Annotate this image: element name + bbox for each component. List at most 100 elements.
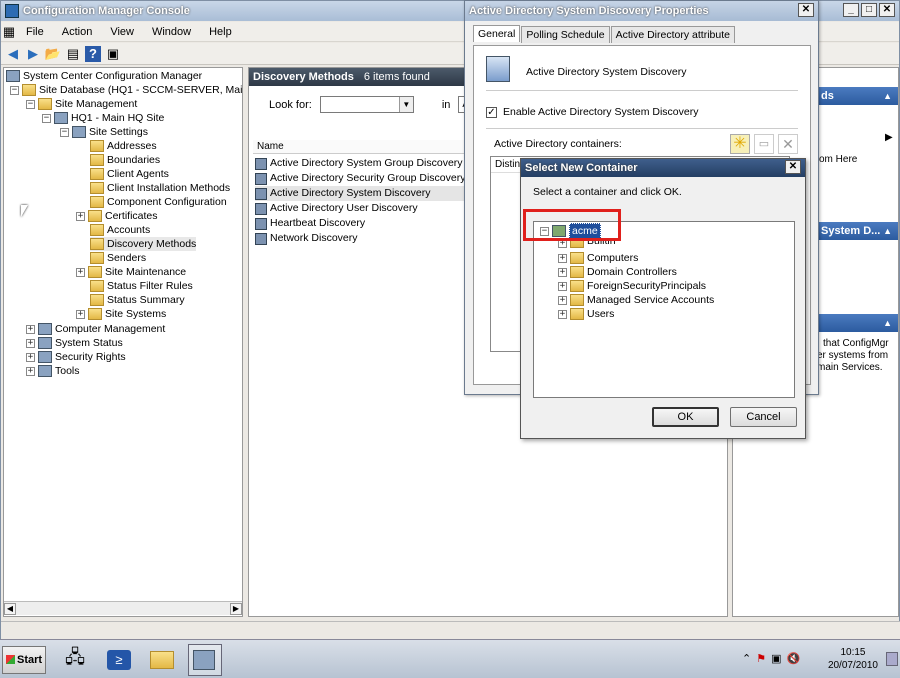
delete-container-icon[interactable]: ✕ bbox=[778, 134, 798, 154]
tree-node-boundaries[interactable]: Boundaries bbox=[90, 153, 160, 167]
tab-ad-attribute[interactable]: Active Directory attribute bbox=[610, 26, 735, 43]
tree-node-certificates[interactable]: + Certificates bbox=[76, 209, 158, 223]
explorer-icon[interactable] bbox=[146, 644, 180, 676]
look-for-combo[interactable]: ▼ bbox=[319, 96, 414, 113]
menu-window[interactable]: Window bbox=[143, 26, 200, 38]
ok-button[interactable]: OK bbox=[652, 407, 719, 427]
tree-node-client-installation-methods[interactable]: Client Installation Methods bbox=[90, 181, 230, 195]
settings-icon bbox=[72, 126, 86, 138]
edit-container-icon[interactable]: ▭ bbox=[754, 134, 774, 154]
collapse-icon[interactable]: − bbox=[60, 127, 69, 137]
scroll-left-icon[interactable]: ◀ bbox=[4, 603, 16, 615]
tree-node-tools[interactable]: + Tools bbox=[26, 364, 80, 378]
expand-icon[interactable]: + bbox=[558, 253, 567, 263]
enable-discovery-row[interactable]: ✓ Enable Active Directory System Discove… bbox=[486, 106, 698, 118]
list-item[interactable]: Active Directory Security Group Discover… bbox=[255, 171, 465, 186]
cancel-button[interactable]: Cancel bbox=[730, 407, 797, 427]
expand-icon[interactable]: + bbox=[76, 211, 85, 221]
action-text[interactable]: om Here bbox=[819, 154, 857, 165]
tree-node-status-filter-rules[interactable]: Status Filter Rules bbox=[90, 279, 193, 293]
menu-help[interactable]: Help bbox=[200, 26, 241, 38]
console-menu-icon[interactable]: ▦ bbox=[1, 24, 17, 40]
tree-node-component-configuration[interactable]: Component Configuration bbox=[90, 195, 227, 209]
show-hide-tree-icon[interactable]: ▤ bbox=[65, 46, 81, 62]
tree-node-hq1[interactable]: − HQ1 - Main HQ Site bbox=[42, 111, 164, 125]
tree-node-foreign-security-principals[interactable]: + ForeignSecurityPrincipals bbox=[558, 279, 706, 293]
tree-node-computer-management[interactable]: + Computer Management bbox=[26, 322, 165, 336]
collapse-icon[interactable]: − bbox=[26, 99, 35, 109]
tree-node-discovery-methods[interactable]: Discovery Methods bbox=[90, 237, 197, 251]
list-item[interactable]: Active Directory System Group Discovery bbox=[255, 156, 463, 171]
properties-titlebar[interactable]: Active Directory System Discovery Proper… bbox=[465, 1, 818, 21]
tree-node-system-status[interactable]: + System Status bbox=[26, 336, 123, 350]
forward-arrow-icon[interactable]: ▶ bbox=[25, 46, 41, 62]
tree-node-status-summary[interactable]: Status Summary bbox=[90, 293, 185, 307]
back-arrow-icon[interactable]: ◀ bbox=[5, 46, 21, 62]
tree-node-domain-controllers[interactable]: + Domain Controllers bbox=[558, 265, 677, 279]
expand-icon[interactable]: + bbox=[26, 366, 35, 376]
show-hidden-icons-icon[interactable]: ⌃ bbox=[742, 652, 751, 665]
tree-node-senders[interactable]: Senders bbox=[90, 251, 146, 265]
volume-icon[interactable]: 🔇 bbox=[787, 652, 801, 665]
properties-icon[interactable]: ▣ bbox=[105, 46, 121, 62]
tab-general[interactable]: General bbox=[473, 25, 521, 42]
server-manager-icon[interactable]: 🖧 bbox=[58, 644, 92, 676]
network-icon[interactable]: ▣ bbox=[771, 652, 781, 665]
collapse-icon[interactable]: − bbox=[10, 85, 19, 95]
new-container-icon[interactable]: ✳ bbox=[730, 134, 750, 154]
list-item[interactable]: Heartbeat Discovery bbox=[255, 216, 365, 231]
scroll-right-icon[interactable]: ▶ bbox=[230, 603, 242, 615]
collapse-chevron-icon[interactable]: ▲ bbox=[883, 314, 892, 332]
action-center-icon[interactable]: ⚑ bbox=[756, 652, 766, 665]
tree-node-site-management[interactable]: − Site Management bbox=[26, 97, 137, 111]
expand-icon[interactable]: + bbox=[558, 267, 567, 277]
powershell-icon[interactable]: ≥ bbox=[102, 644, 136, 676]
minimize-button[interactable]: _ bbox=[843, 3, 859, 17]
expand-icon[interactable]: + bbox=[26, 324, 35, 334]
maximize-button[interactable]: □ bbox=[861, 3, 877, 17]
collapse-icon[interactable]: − bbox=[42, 113, 51, 123]
tab-polling-schedule[interactable]: Polling Schedule bbox=[521, 26, 610, 43]
expand-icon[interactable]: + bbox=[558, 295, 567, 305]
tree-node-users[interactable]: + Users bbox=[558, 307, 614, 321]
collapse-chevron-icon[interactable]: ▲ bbox=[883, 222, 892, 240]
properties-close-button[interactable]: ✕ bbox=[798, 3, 814, 17]
tree-node-site-maintenance[interactable]: + Site Maintenance bbox=[76, 265, 186, 279]
list-item[interactable]: Active Directory User Discovery bbox=[255, 201, 418, 216]
show-desktop-button[interactable] bbox=[886, 652, 898, 666]
tree-node-addresses[interactable]: Addresses bbox=[90, 139, 157, 153]
up-folder-icon[interactable]: 📂 bbox=[45, 46, 61, 62]
tree-node-security-rights[interactable]: + Security Rights bbox=[26, 350, 126, 364]
expand-icon[interactable]: + bbox=[76, 309, 85, 319]
dropdown-arrow-icon[interactable]: ▼ bbox=[398, 97, 413, 112]
expand-icon[interactable]: + bbox=[26, 352, 35, 362]
close-button[interactable]: ✕ bbox=[879, 3, 895, 17]
expand-icon[interactable]: + bbox=[26, 338, 35, 348]
expand-icon[interactable]: + bbox=[76, 267, 85, 277]
tree-node-computers[interactable]: + Computers bbox=[558, 251, 638, 265]
select-container-titlebar[interactable]: Select New Container ✕ bbox=[521, 159, 805, 177]
tree-node-site-settings[interactable]: − Site Settings bbox=[60, 125, 148, 139]
config-manager-taskbar-icon[interactable] bbox=[188, 644, 222, 676]
clock[interactable]: 10:15 20/07/2010 bbox=[828, 646, 878, 672]
tree-node-sccm[interactable]: System Center Configuration Manager bbox=[6, 69, 202, 83]
enable-discovery-checkbox[interactable]: ✓ bbox=[486, 106, 497, 118]
list-item[interactable]: Network Discovery bbox=[255, 231, 358, 246]
start-button[interactable]: Start bbox=[2, 646, 46, 674]
tree-node-managed-service-accounts[interactable]: + Managed Service Accounts bbox=[558, 293, 714, 307]
menu-file[interactable]: File bbox=[17, 26, 53, 38]
tree-node-site-systems[interactable]: + Site Systems bbox=[76, 307, 166, 321]
help-icon[interactable]: ? bbox=[85, 45, 101, 62]
expand-icon[interactable]: + bbox=[558, 281, 567, 291]
dialog-close-button[interactable]: ✕ bbox=[785, 160, 801, 174]
tree-node-client-agents[interactable]: Client Agents bbox=[90, 167, 169, 181]
menu-view[interactable]: View bbox=[101, 26, 143, 38]
tree-node-site-database[interactable]: −Site Database (HQ1 - SCCM-SERVER, Main … bbox=[10, 83, 242, 97]
menu-action[interactable]: Action bbox=[53, 26, 102, 38]
tree-horizontal-scrollbar[interactable]: ◀ ▶ bbox=[4, 601, 242, 615]
tree-node-accounts[interactable]: Accounts bbox=[90, 223, 150, 237]
expand-icon[interactable]: + bbox=[558, 309, 567, 319]
list-item-selected[interactable]: Active Directory System Discovery bbox=[255, 186, 479, 201]
collapse-chevron-icon[interactable]: ▲ bbox=[883, 87, 892, 105]
submenu-arrow-icon[interactable]: ▶ bbox=[885, 132, 893, 143]
